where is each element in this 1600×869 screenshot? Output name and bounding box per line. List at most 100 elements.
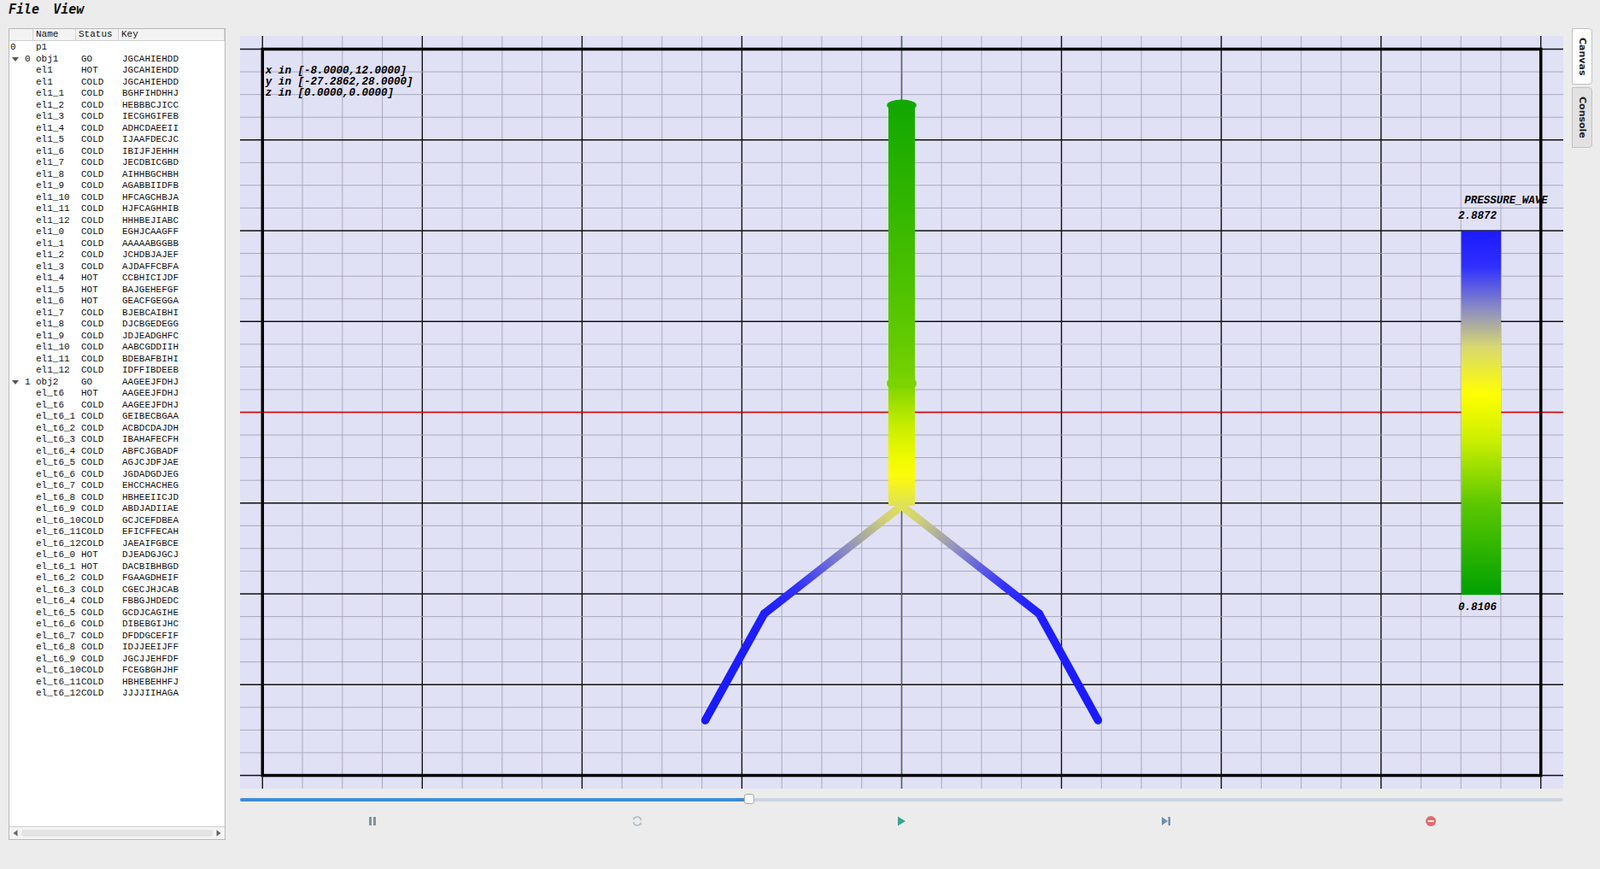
slider-handle[interactable]: [744, 793, 755, 804]
legend-bar: [1461, 230, 1502, 595]
plot-frame: [262, 49, 1541, 776]
tree-row[interactable]: el1_12 COLD IDFFIBDEEB: [9, 364, 225, 377]
tree-row[interactable]: el1_12 COLD HHHBEJIABC: [9, 215, 225, 228]
tree-row[interactable]: el_t6_11 COLD EFICFFECAH: [9, 526, 225, 539]
scroll-track[interactable]: [21, 829, 213, 837]
tree-row[interactable]: el1 HOT JGCAHIEHDD: [9, 64, 225, 77]
tree-row[interactable]: el_t6_5 COLD AGJCJDFJAE: [9, 457, 225, 469]
tree-row[interactable]: el_t6_12 COLD JJJJIIHAGA: [9, 687, 225, 700]
tree-row[interactable]: el1_7 COLD JECDBICGBD: [9, 157, 225, 170]
legend-title: PRESSURE_WAVE: [1464, 194, 1548, 207]
main-area: NameStatusKey 0 p1 0 obj1 GO JGCAHIEHDD …: [0, 18, 1600, 869]
tree-row[interactable]: el_t6_6 COLD DIBEBGIJHC: [9, 618, 225, 631]
pipe-branch[interactable]: [902, 505, 1040, 614]
expanded-icon[interactable]: [11, 378, 19, 386]
tree-row[interactable]: el_t6_8 COLD IDJJEEIJFF: [9, 641, 225, 654]
tree-row[interactable]: el1_0 COLD EGHJCAAGFF: [9, 226, 225, 239]
tree-row[interactable]: el_t6_6 COLD JGDADGDJEG: [9, 468, 225, 481]
horizontal-scrollbar[interactable]: [9, 826, 225, 839]
grid-line: [901, 35, 903, 789]
tree-row[interactable]: el_t6_1 COLD GEIBECBGAA: [9, 410, 225, 423]
tree-row[interactable]: el1_1 COLD BGHFIHDHHJ: [9, 87, 225, 100]
refresh-button[interactable]: [629, 813, 645, 829]
tree-row[interactable]: el1_8 COLD DJCBGEDEGG: [9, 318, 225, 331]
plot-canvas[interactable]: x in [-8.0000,12.0000]y in [-27.2862,28.…: [240, 35, 1564, 789]
tree-row[interactable]: el_t6_7 COLD DFDDGCEFIF: [9, 630, 225, 643]
tree-row[interactable]: el1_2 COLD JCHDBJAJEF: [9, 249, 225, 262]
tree-row[interactable]: el1_7 COLD BJEBCAIBHI: [9, 307, 225, 320]
menu-item[interactable]: File: [8, 0, 40, 19]
column-header[interactable]: Name: [33, 29, 77, 41]
tree-row[interactable]: 1 obj2 GO AAGEEJFDHJ: [9, 376, 225, 389]
pipe-trunk[interactable]: [888, 383, 915, 506]
tree-row[interactable]: el_t6_2 COLD FGAAGDHEIF: [9, 572, 225, 585]
tree-row[interactable]: el_t6_2 COLD ACBDCDAJDH: [9, 422, 225, 435]
tree-row[interactable]: el_t6_9 COLD JGCJJEHFDF: [9, 653, 225, 666]
tree-row[interactable]: el1 COLD JGCAHIEHDD: [9, 76, 225, 89]
pause-button[interactable]: [364, 813, 381, 829]
tree-row[interactable]: el1_10 COLD AABCGDDIIH: [9, 341, 225, 354]
tree-row[interactable]: el1_2 COLD HEBBBCJICC: [9, 99, 225, 112]
pipe-branch[interactable]: [705, 613, 765, 721]
app-window: File View NameStatusKey 0 p1 0 obj1 GO JG…: [0, 0, 1600, 869]
tree-row[interactable]: el_t6_12 COLD JAEAIFGBCE: [9, 538, 225, 551]
pipe-branch[interactable]: [764, 505, 903, 614]
tree-row[interactable]: el_t6_1 HOT DACBIBHBGD: [9, 561, 225, 574]
canvas[interactable]: x in [-8.0000,12.0000]y in [-27.2862,28.…: [240, 35, 1564, 789]
side-tab[interactable]: Canvas: [1571, 28, 1593, 85]
tree-row[interactable]: el_t6_3 COLD CGECJHJCAB: [9, 584, 225, 597]
tree-row[interactable]: el_t6_4 COLD ABFCJGBADF: [9, 445, 225, 458]
tree-row[interactable]: el1_9 COLD AGABBIIDFB: [9, 180, 225, 193]
column-header[interactable]: Status: [76, 29, 119, 41]
tree-row[interactable]: el1_4 COLD ADHCDAEEII: [9, 123, 225, 135]
tree-row[interactable]: el1_6 HOT GEACFGEGGA: [9, 295, 225, 308]
stop-button[interactable]: [1423, 813, 1439, 829]
tree-row[interactable]: el_t6 HOT AAGEEJFDHJ: [9, 387, 225, 400]
tree-row[interactable]: el1_1 COLD AAAAABGGBB: [9, 238, 225, 251]
expanded-icon[interactable]: [11, 55, 19, 63]
tree-row[interactable]: el_t6_10 COLD GCJCEFDBEA: [9, 515, 225, 528]
tree-row[interactable]: el1_5 HOT BAJGEHEFGF: [9, 284, 225, 297]
tree-row[interactable]: el1_4 HOT CCBHICIJDF: [9, 272, 225, 285]
tree-row[interactable]: el1_6 COLD IBIJFJEHHH: [9, 146, 225, 159]
scroll-right-icon[interactable]: [214, 828, 223, 838]
tree-row[interactable]: el1_11 COLD HJFCAGHHIB: [9, 203, 225, 216]
tree-row[interactable]: el1_3 COLD AJDAFFCBFA: [9, 261, 225, 274]
tree-row[interactable]: 0 p1: [9, 41, 225, 54]
tree-row[interactable]: el1_3 COLD IECGHGIFEB: [9, 111, 225, 124]
tree-row[interactable]: el_t6_9 COLD ABDJADIIAE: [9, 503, 225, 516]
tree-row[interactable]: el_t6_11 COLD HBHEBEHHFJ: [9, 676, 225, 689]
tree-row[interactable]: el1_9 COLD JDJEADGHFC: [9, 330, 225, 343]
tree-row[interactable]: el1_8 COLD AIHHBGCHBH: [9, 169, 225, 182]
refresh-icon: [631, 814, 644, 827]
tree-row[interactable]: el_t6_8 COLD HBHEEIICJD: [9, 492, 225, 505]
tree-row[interactable]: 0 obj1 GO JGCAHIEHDD: [9, 53, 225, 66]
tree-row[interactable]: el1_11 COLD BDEBAFBIHI: [9, 353, 225, 366]
scroll-left-icon[interactable]: [11, 828, 20, 838]
tree-row[interactable]: el1_5 COLD IJAAFDECJC: [9, 134, 225, 147]
pipe-cap: [886, 99, 917, 112]
pipe-joint: [886, 378, 917, 388]
tree-row[interactable]: el_t6_5 COLD GCDJCAGIHE: [9, 607, 225, 620]
tree-row[interactable]: el_t6_10 COLD FCEGBGHJHF: [9, 664, 225, 677]
column-header[interactable]: [9, 29, 34, 41]
step-button[interactable]: [1158, 813, 1174, 829]
tree-row[interactable]: el_t6 COLD AAGEEJFDHJ: [9, 399, 225, 412]
y-axis: [901, 35, 903, 789]
tree-row[interactable]: el_t6_0 HOT DJEADGJGCJ: [9, 549, 225, 562]
tree-panel: NameStatusKey 0 p1 0 obj1 GO JGCAHIEHDD …: [8, 28, 226, 840]
tree-header: NameStatusKey: [9, 29, 225, 42]
tree-row[interactable]: el_t6_3 COLD IBAHAFECFH: [9, 433, 225, 446]
tree-row[interactable]: el_t6_7 COLD EHCCHACHEG: [9, 480, 225, 493]
range-label: z in [0.0000,0.0000]: [265, 87, 394, 100]
play-icon: [895, 814, 908, 827]
menu-item[interactable]: View: [52, 0, 84, 19]
tree-row[interactable]: el1_10 COLD HFCAGCHBJA: [9, 192, 225, 205]
play-button[interactable]: [893, 813, 909, 829]
pipe-trunk[interactable]: [888, 105, 915, 384]
column-header[interactable]: Key: [118, 29, 225, 41]
pipe-branch[interactable]: [1038, 613, 1098, 721]
time-slider[interactable]: [240, 797, 1564, 802]
tree-row[interactable]: el_t6_4 COLD FBBGJHDEDC: [9, 595, 225, 608]
side-tab[interactable]: Console: [1571, 87, 1593, 148]
